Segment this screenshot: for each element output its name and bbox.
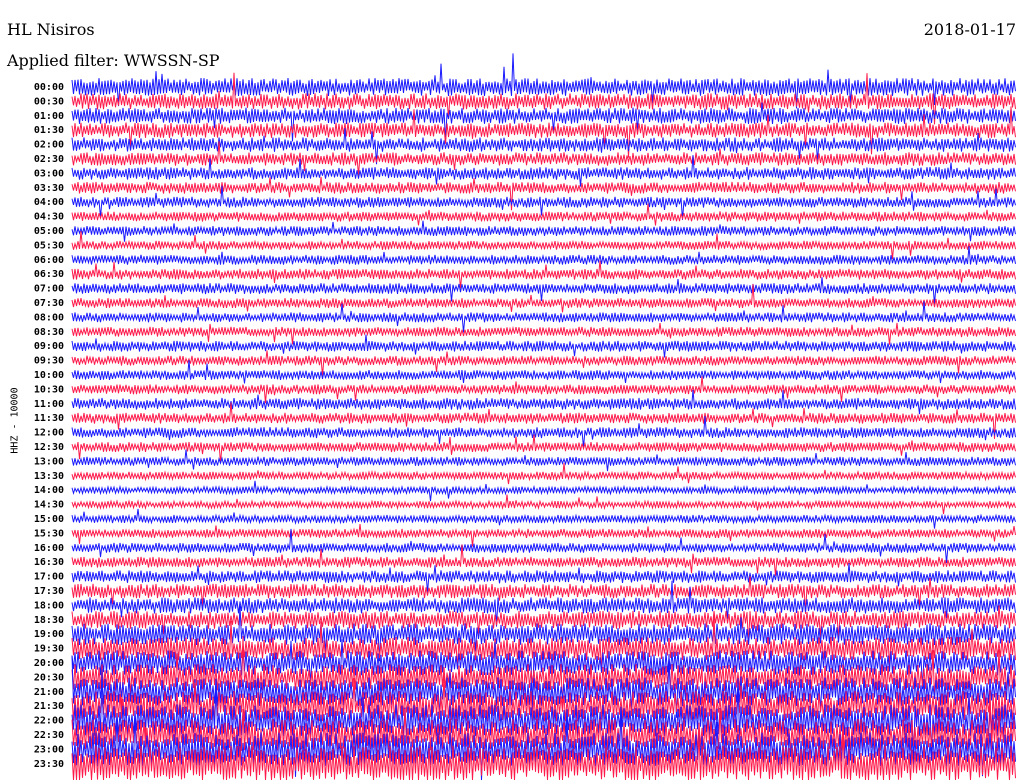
time-tick-2130: 21:30 [34,701,64,712]
time-tick-1430: 14:30 [34,500,64,511]
time-tick-0400: 04:00 [34,197,64,208]
trace-1430 [71,494,1016,515]
time-tick-2100: 21:00 [34,687,64,698]
time-tick-0130: 01:30 [34,125,64,136]
time-tick-0300: 03:00 [34,168,64,179]
time-tick-1900: 19:00 [34,629,64,640]
trace-0500 [71,220,1016,242]
time-tick-0700: 07:00 [34,284,64,295]
time-tick-1300: 13:00 [34,456,64,467]
time-tick-1400: 14:00 [34,485,64,496]
time-tick-0100: 01:00 [34,111,64,122]
time-tick-0930: 09:30 [34,356,64,367]
time-tick-1130: 11:30 [34,413,64,424]
time-tick-1930: 19:30 [34,644,64,655]
trace-1400 [71,480,1016,502]
time-tick-2300: 23:00 [34,744,64,755]
time-tick-2200: 22:00 [34,716,64,727]
time-tick-0900: 09:00 [34,341,64,352]
trace-0330 [71,176,1016,211]
time-tick-1030: 10:30 [34,384,64,395]
time-tick-0430: 04:30 [34,212,64,223]
trace-0600 [71,245,1016,266]
time-tick-1000: 10:00 [34,370,64,381]
time-tick-0800: 08:00 [34,312,64,323]
time-tick-0330: 03:30 [34,183,64,194]
time-tick-1830: 18:30 [34,615,64,626]
time-tick-labels: 00:00 00:30 01:00 01:30 02:00 02:30 03:00 03:30… [34,82,64,770]
trace-1530 [71,523,1016,547]
trace-0830 [71,322,1016,345]
time-tick-0500: 05:00 [34,226,64,237]
time-tick-0830: 08:30 [34,327,64,338]
time-tick-0030: 00:30 [34,96,64,107]
time-tick-1230: 12:30 [34,442,64,453]
time-tick-1600: 16:00 [34,543,64,554]
time-tick-1100: 11:00 [34,399,64,410]
time-tick-0200: 02:00 [34,140,64,151]
trace-0630 [71,260,1016,289]
time-tick-0000: 00:00 [34,82,64,93]
time-tick-1730: 17:30 [34,586,64,597]
time-tick-2030: 20:30 [34,672,64,683]
time-tick-2330: 23:30 [34,759,64,770]
trace-0430 [71,203,1016,226]
trace-1300 [71,449,1016,472]
time-tick-0630: 06:30 [34,269,64,280]
time-tick-1630: 16:30 [34,557,64,568]
time-tick-1530: 15:30 [34,528,64,539]
trace-1100 [71,389,1016,415]
helicorder-plot: 00:00 00:30 01:00 01:30 02:00 02:30 03:00 03:30… [34,53,1016,780]
trace-group [71,53,1016,780]
trace-0900 [71,334,1016,358]
time-tick-0230: 02:30 [34,154,64,165]
time-tick-2230: 22:30 [34,730,64,741]
time-tick-0730: 07:30 [34,298,64,309]
time-tick-1330: 13:30 [34,471,64,482]
time-tick-1500: 15:00 [34,514,64,525]
time-tick-1700: 17:00 [34,572,64,583]
trace-1500 [71,508,1016,529]
trace-1030 [71,376,1016,404]
trace-1230 [71,434,1016,464]
trace-1330 [71,462,1016,485]
time-tick-1200: 12:00 [34,428,64,439]
time-tick-2000: 20:00 [34,658,64,669]
trace-0100 [71,102,1016,143]
time-tick-0530: 05:30 [34,240,64,251]
time-tick-0600: 06:00 [34,255,64,266]
time-tick-1800: 18:00 [34,600,64,611]
